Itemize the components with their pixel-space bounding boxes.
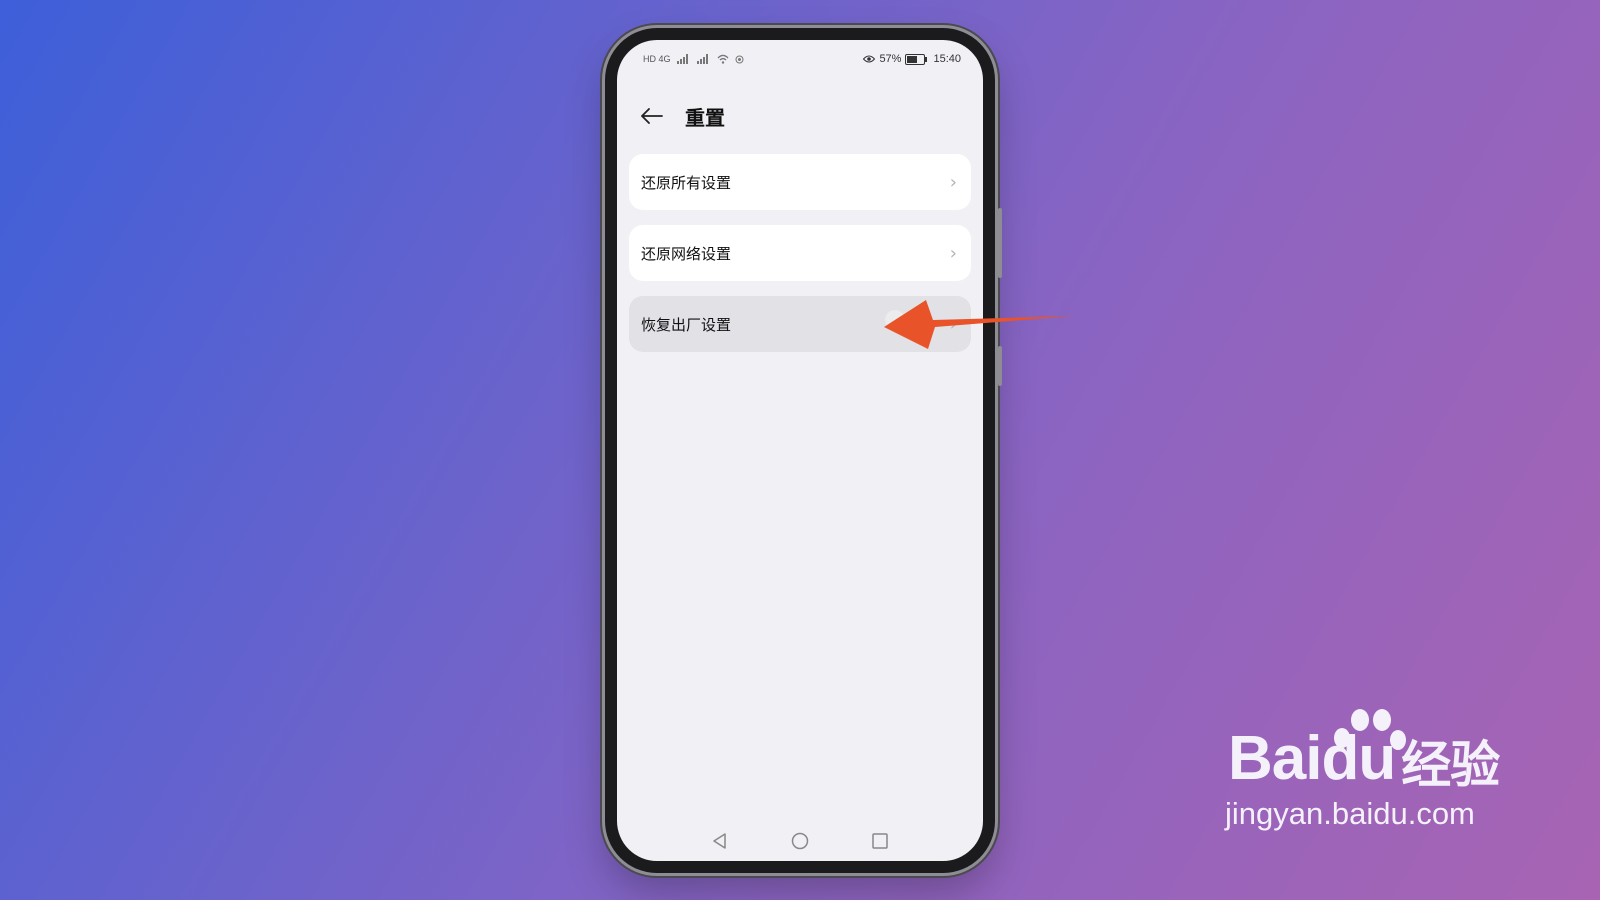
menu-item-reset-network-settings[interactable]: 还原网络设置 ›	[629, 225, 971, 281]
chevron-right-icon: ›	[949, 313, 957, 335]
watermark-brand: Bai du 经验	[1228, 724, 1500, 794]
status-right-icons: 57% 15:40	[863, 53, 961, 65]
battery-icon	[905, 53, 928, 65]
watermark-url: jingyan.baidu.com	[1225, 796, 1475, 831]
phone-frame: HD 4G 57% 15:40 重置 还原所有设置 › 还原网络设置 › 恢复出…	[605, 28, 1002, 873]
network-type-label: HD 4G	[643, 54, 671, 64]
nfc-icon	[735, 55, 744, 63]
wifi-icon	[717, 54, 728, 64]
chevron-right-icon: ›	[949, 171, 957, 193]
menu-item-factory-reset[interactable]: 恢复出厂设置 ›	[629, 296, 971, 352]
watermark-jingyan: 经验	[1401, 736, 1500, 794]
watermark-du: du	[1321, 724, 1396, 793]
eye-icon	[863, 55, 876, 63]
page-title: 重置	[685, 105, 725, 130]
status-left-icons: HD 4G	[643, 54, 744, 64]
chevron-right-icon: ›	[949, 242, 957, 264]
menu-item-reset-all-settings[interactable]: 还原所有设置 ›	[629, 154, 971, 210]
phone-screen: HD 4G 57% 15:40 重置 还原所有设置 › 还原网络设置 › 恢复出…	[617, 40, 983, 861]
menu-item-label: 还原所有设置	[641, 173, 732, 192]
nav-recents-icon[interactable]	[871, 832, 889, 850]
status-bar: HD 4G 57% 15:40	[643, 50, 961, 68]
back-button[interactable]	[637, 101, 667, 131]
header: 重置	[637, 98, 725, 134]
power-button	[998, 346, 1002, 386]
baidu-jingyan-watermark: Bai du 经验 jingyan.baidu.com	[1225, 709, 1500, 832]
back-arrow-icon	[641, 108, 663, 124]
battery-percent: 57%	[879, 53, 902, 65]
watermark-bai: Bai	[1228, 724, 1322, 793]
signal-icon-2	[696, 54, 708, 64]
menu-item-label: 恢复出厂设置	[641, 315, 732, 334]
volume-button	[998, 208, 1002, 278]
navigation-bar	[617, 827, 983, 855]
nav-home-icon[interactable]	[791, 832, 809, 850]
status-time: 15:40	[933, 53, 961, 65]
nav-back-icon[interactable]	[711, 832, 729, 850]
menu-item-label: 还原网络设置	[641, 244, 732, 263]
signal-icon	[676, 54, 688, 64]
touch-ripple	[885, 310, 905, 330]
battery-fill	[907, 55, 917, 63]
